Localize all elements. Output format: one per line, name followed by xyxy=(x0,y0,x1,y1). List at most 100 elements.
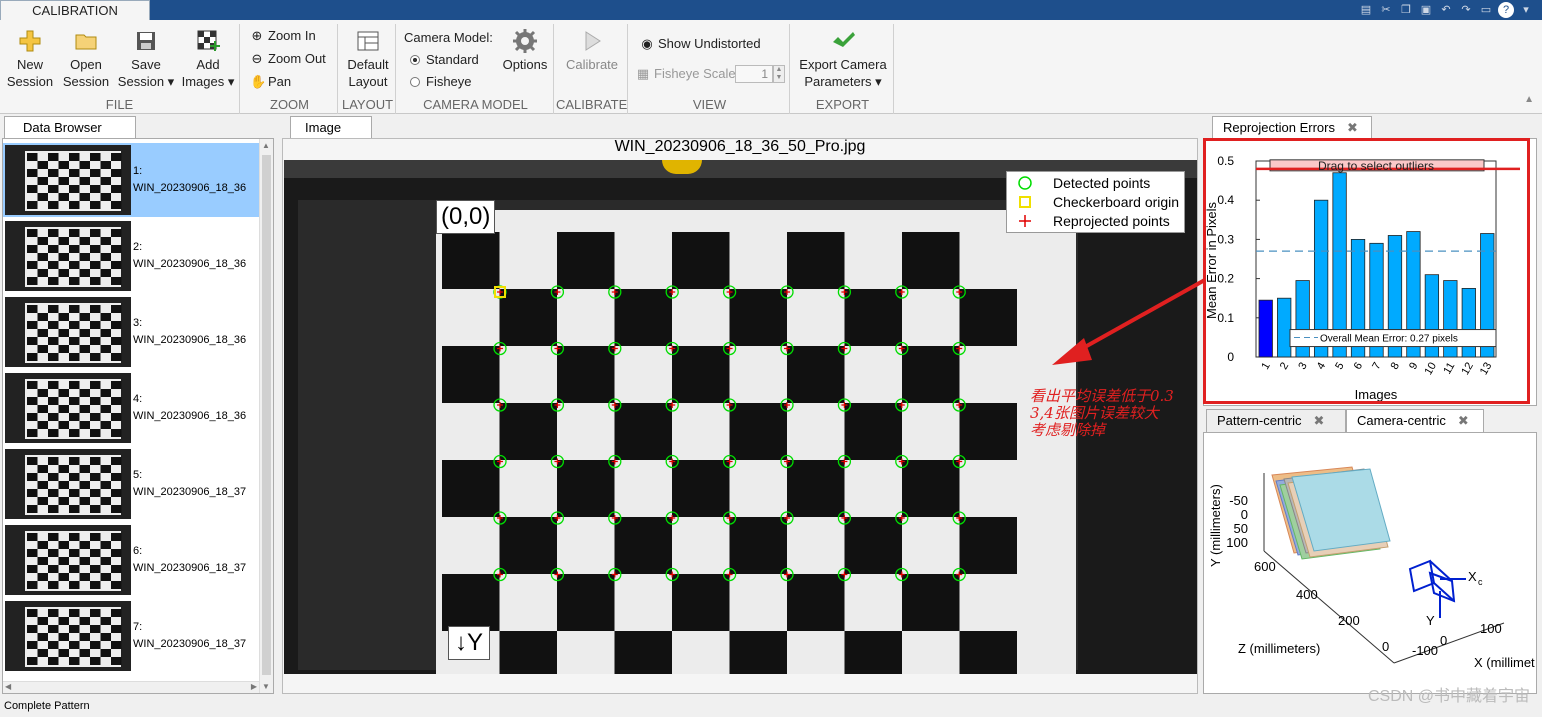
layout-icon[interactable]: ▭ xyxy=(1478,2,1494,18)
reprojected-point xyxy=(497,345,503,352)
zoom-out-button[interactable]: ⊖ Zoom Out xyxy=(250,51,326,67)
tab-reprojection-errors[interactable]: Reprojection Errors ✖ xyxy=(1212,116,1372,139)
reprojected-point xyxy=(956,289,963,295)
legend-reprojected: Reprojected points xyxy=(1017,213,1170,231)
gear-icon xyxy=(513,29,537,53)
reprojected-point xyxy=(784,515,790,521)
play-icon xyxy=(585,31,601,51)
svg-text:Z (millimeters): Z (millimeters) xyxy=(1238,641,1320,656)
reprojected-point xyxy=(497,402,503,408)
copy-icon[interactable]: ❐ xyxy=(1398,2,1414,18)
tab-calibration[interactable]: CALIBRATION xyxy=(0,0,150,21)
close-icon[interactable]: ✖ xyxy=(1458,413,1469,428)
scroll-down-icon[interactable]: ▼ xyxy=(262,682,270,691)
reprojected-point xyxy=(669,458,676,465)
scroll-thumb[interactable] xyxy=(262,155,271,675)
calibrate-button[interactable]: Calibrate xyxy=(560,28,624,73)
extrinsics-plot[interactable]: X c Y -50 0 50 100 600 400 200 0 100 0 -… xyxy=(1204,433,1538,695)
close-icon[interactable]: ✖ xyxy=(1314,413,1325,428)
reprojected-point xyxy=(841,289,848,295)
layout-group: Default Layout LAYOUT xyxy=(340,24,396,114)
standard-radio[interactable]: Standard xyxy=(410,52,479,68)
image-list-item[interactable]: 4: WIN_20230906_18_36 xyxy=(3,371,259,445)
reprojected-point xyxy=(726,571,733,578)
zoom-in-button[interactable]: ⊕ Zoom In xyxy=(250,28,316,44)
reprojected-point xyxy=(669,571,676,578)
paste-icon[interactable]: ▣ xyxy=(1418,2,1434,18)
svg-text:600: 600 xyxy=(1254,559,1276,574)
thumbnail-label: 3: WIN_20230906_18_36 xyxy=(133,317,247,346)
origin-label: (0,0) xyxy=(436,200,496,234)
image-list-item[interactable]: 7: WIN_20230906_18_37 xyxy=(3,599,259,673)
open-session-button[interactable]: Open Session xyxy=(60,28,112,90)
thumbnail-label: 6: WIN_20230906_18_37 xyxy=(133,545,247,574)
collapse-ribbon-icon[interactable]: ▲ xyxy=(1524,94,1534,105)
camera-model-group-label: CAMERA MODEL xyxy=(423,97,528,112)
cut-icon[interactable]: ✂ xyxy=(1378,2,1394,18)
fisheye-radio[interactable]: Fisheye xyxy=(410,74,472,90)
undo-icon[interactable]: ↶ xyxy=(1438,2,1454,18)
camera-icon xyxy=(1408,559,1466,618)
view-group-label: VIEW xyxy=(692,97,727,112)
expand-icon[interactable]: ▾ xyxy=(1518,2,1534,18)
camera-centric-panel: X c Y -50 0 50 100 600 400 200 0 100 0 -… xyxy=(1203,432,1537,694)
status-bar: Complete Pattern xyxy=(0,695,1542,712)
thumbnail-image xyxy=(5,145,131,215)
svg-text:400: 400 xyxy=(1296,587,1318,602)
fisheye-scale-spinner[interactable]: ▲ ▼ xyxy=(773,65,785,83)
tab-image[interactable]: Image xyxy=(290,116,372,139)
new-session-button[interactable]: New Session xyxy=(4,28,56,90)
reprojected-point xyxy=(956,571,963,578)
layout-group-label: LAYOUT xyxy=(341,97,394,112)
image-list-item[interactable]: 6: WIN_20230906_18_37 xyxy=(3,523,259,597)
help-icon[interactable]: ? xyxy=(1498,2,1514,18)
svg-text:X (millimet: X (millimet xyxy=(1474,655,1535,670)
show-undistorted-button[interactable]: ◉ Show Undistorted xyxy=(640,36,760,52)
default-layout-button[interactable]: Default Layout xyxy=(342,28,394,90)
scroll-left-icon[interactable]: ◀ xyxy=(5,682,11,691)
svg-text:X: X xyxy=(1468,569,1477,584)
svg-text:100: 100 xyxy=(1226,535,1248,550)
tab-camera-centric[interactable]: Camera-centric ✖ xyxy=(1346,409,1484,432)
reprojected-point xyxy=(898,458,905,465)
image-list-item[interactable]: 2: WIN_20230906_18_36 xyxy=(3,219,259,293)
pan-button[interactable]: ✋ Pan xyxy=(250,74,291,90)
svg-text:-50: -50 xyxy=(1229,493,1248,508)
export-camera-parameters-button[interactable]: Export Camera Parameters ▾ xyxy=(794,28,892,90)
add-images-button[interactable]: Add Images ▾ xyxy=(178,28,238,90)
annotation-highlight-box xyxy=(1203,138,1530,404)
reprojected-point xyxy=(554,515,561,521)
tab-pattern-centric[interactable]: Pattern-centric ✖ xyxy=(1206,409,1346,432)
reprojected-point xyxy=(784,458,790,465)
horizontal-scrollbar[interactable]: ◀ ▶ xyxy=(3,681,259,693)
zoom-group-label: ZOOM xyxy=(270,97,309,112)
scroll-right-icon[interactable]: ▶ xyxy=(251,682,257,691)
save-session-button[interactable]: Save Session ▾ xyxy=(116,28,176,90)
redo-icon[interactable]: ↷ xyxy=(1458,2,1474,18)
watermark: CSDN @书中藏着宇宙 xyxy=(1367,688,1530,705)
reprojected-point xyxy=(784,345,790,352)
reprojected-point xyxy=(554,458,561,465)
image-list-item[interactable]: 1: WIN_20230906_18_36 xyxy=(3,143,259,217)
scroll-up-icon[interactable]: ▲ xyxy=(262,141,270,150)
radio-selected-icon xyxy=(410,55,420,65)
floppy-icon xyxy=(137,32,155,50)
save-icon[interactable]: ▤ xyxy=(1358,2,1374,18)
scrollbar[interactable]: ▲ ▼ xyxy=(259,139,273,693)
camera-model-group: Camera Model: Standard Fisheye Options C… xyxy=(398,24,554,114)
image-list-item[interactable]: 3: WIN_20230906_18_36 xyxy=(3,295,259,369)
image-list-item[interactable]: 5: WIN_20230906_18_37 xyxy=(3,447,259,521)
export-group: Export Camera Parameters ▾ EXPORT xyxy=(792,24,894,114)
reprojected-point xyxy=(956,515,963,521)
yellow-square-icon xyxy=(1019,196,1031,208)
thumbnail-image xyxy=(5,297,131,367)
fisheye-scale-input[interactable]: 1 xyxy=(735,65,773,83)
tab-data-browser[interactable]: Data Browser xyxy=(4,116,136,139)
options-button[interactable]: Options xyxy=(500,28,550,73)
reprojected-point xyxy=(669,515,676,521)
reprojected-point xyxy=(497,289,503,295)
quick-access-toolbar: ▤ ✂ ❐ ▣ ↶ ↷ ▭ ? ▾ xyxy=(1358,2,1534,18)
fisheye-icon: ▦ xyxy=(636,66,650,81)
reprojected-point xyxy=(497,515,503,521)
close-icon[interactable]: ✖ xyxy=(1347,120,1358,135)
